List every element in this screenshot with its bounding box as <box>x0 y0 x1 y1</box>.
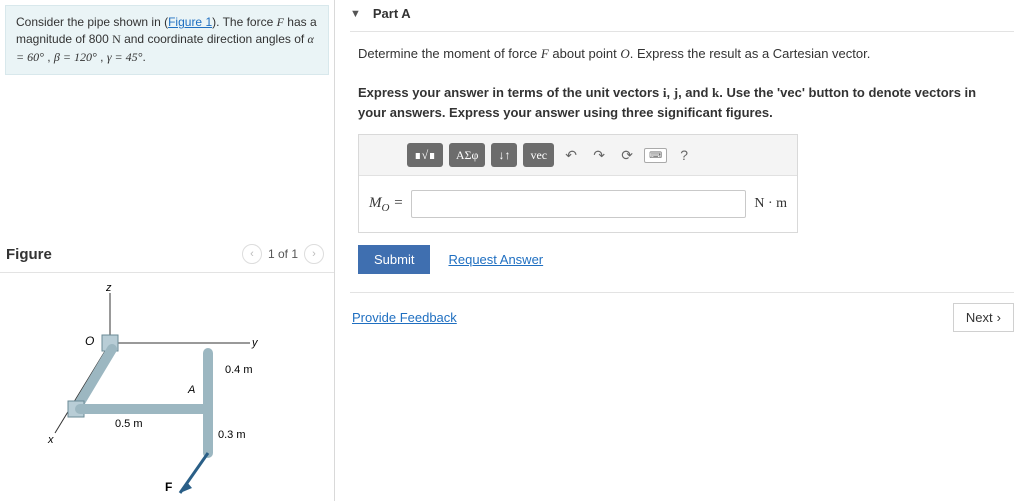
text: ). The force <box>212 15 276 29</box>
figure-title: Figure <box>6 246 52 263</box>
part-header[interactable]: ▼ Part A <box>350 0 1014 32</box>
provide-feedback-link[interactable]: Provide Feedback <box>352 310 457 325</box>
template-button[interactable]: ∎√∎ <box>407 143 443 167</box>
force-label: F <box>165 480 172 494</box>
text: about point <box>549 46 621 61</box>
axis-y-label: y <box>251 337 259 349</box>
part-title: Part A <box>373 6 411 21</box>
sym-O: O <box>620 46 629 61</box>
figure-diagram: x y z O 0.5 m 0.4 m A 0.3 m <box>20 283 310 498</box>
text: . Express the result as a Cartesian vect… <box>630 46 871 61</box>
next-label: Next <box>966 310 993 325</box>
dim-05m: 0.5 m <box>115 418 143 430</box>
submit-button[interactable]: Submit <box>358 245 430 274</box>
text: Express your answer in terms of the unit… <box>358 85 663 100</box>
redo-icon[interactable]: ↷ <box>588 144 610 166</box>
unit-label: N · m <box>754 196 787 212</box>
text: . <box>142 50 145 64</box>
greek-button[interactable]: ΑΣφ <box>449 143 486 167</box>
icon-text: vec <box>530 148 547 163</box>
sym-F: F <box>541 46 549 61</box>
origin-label: O <box>85 334 94 348</box>
dim-04m: 0.4 m <box>225 364 253 376</box>
collapse-caret-icon[interactable]: ▼ <box>350 8 361 20</box>
help-icon[interactable]: ? <box>673 144 695 166</box>
beta: β = 120° <box>54 50 97 64</box>
question-prompt: Determine the moment of force F about po… <box>358 44 1006 122</box>
pager-next-button[interactable]: › <box>304 244 324 264</box>
eq-sign: = <box>389 195 403 211</box>
text: and coordinate direction angles of <box>121 32 308 46</box>
figure-link[interactable]: Figure 1 <box>168 15 212 29</box>
text: , <box>44 50 54 64</box>
axis-x-label: x <box>47 434 54 446</box>
dim-03m: 0.3 m <box>218 429 246 441</box>
request-answer-link[interactable]: Request Answer <box>448 252 543 267</box>
icon-text: ΑΣφ <box>456 148 479 163</box>
unit-j: j <box>674 85 678 100</box>
problem-statement: Consider the pipe shown in (Figure 1). T… <box>5 5 329 75</box>
unit-N: N <box>112 32 121 46</box>
figure-pager: ‹ 1 of 1 › <box>242 244 324 264</box>
answer-input[interactable] <box>411 190 746 218</box>
lhs-label: MO = <box>369 195 403 214</box>
axis-z-label: z <box>105 283 112 294</box>
keyboard-icon[interactable]: ⌨ <box>644 148 667 163</box>
icon-text: ↓↑ <box>498 148 510 163</box>
chevron-right-icon: › <box>997 310 1001 325</box>
undo-icon[interactable]: ↶ <box>560 144 582 166</box>
text: , <box>97 50 107 64</box>
answer-box: ∎√∎ ΑΣφ ↓↑ vec ↶ ↷ ⟳ ⌨ ? MO = N · m <box>358 134 798 233</box>
reset-icon[interactable]: ⟳ <box>616 144 638 166</box>
equation-row: MO = N · m <box>359 176 797 232</box>
sym-M: M <box>369 195 382 211</box>
force-symbol: F <box>277 15 284 29</box>
text: Determine the moment of force <box>358 46 541 61</box>
point-A-label: A <box>187 384 195 396</box>
pager-text: 1 of 1 <box>268 247 298 261</box>
vec-button[interactable]: vec <box>523 143 554 167</box>
next-button[interactable]: Next › <box>953 303 1014 332</box>
gamma: γ = 45° <box>107 50 143 64</box>
text: Consider the pipe shown in ( <box>16 15 168 29</box>
pager-prev-button[interactable]: ‹ <box>242 244 262 264</box>
figure-header: Figure ‹ 1 of 1 › <box>0 240 334 273</box>
unit-i: i <box>663 85 667 100</box>
subsup-button[interactable]: ↓↑ <box>491 143 517 167</box>
icon-text: ∎√∎ <box>414 148 436 163</box>
equation-toolbar: ∎√∎ ΑΣφ ↓↑ vec ↶ ↷ ⟳ ⌨ ? <box>359 135 797 176</box>
